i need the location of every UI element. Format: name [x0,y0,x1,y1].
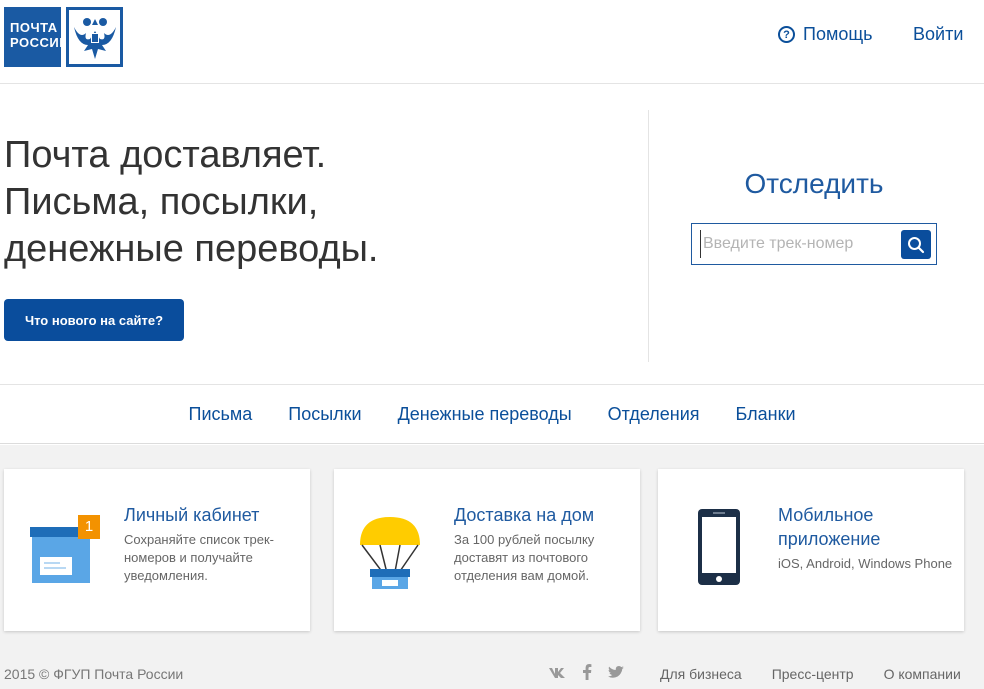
nav-item-letters[interactable]: Письма [189,404,253,425]
login-link[interactable]: Войти [913,24,963,45]
track-title: Отследить [744,168,884,199]
track-form [691,223,937,265]
footer-link-about[interactable]: О компании [884,666,961,682]
eagle-emblem-icon [66,7,123,67]
hero-divider [648,110,649,362]
logo-line2: РОССИИ [10,35,70,50]
card-title: Личный кабинет [124,505,260,525]
help-label: Помощь [803,24,873,44]
card-title: Мобильное приложение [778,505,881,549]
logo[interactable]: ПОЧТА РОССИИ [4,7,123,67]
footer-link-business[interactable]: Для бизнеса [660,666,742,682]
logo-wordmark: ПОЧТА РОССИИ [4,7,70,67]
whats-new-button[interactable]: Что нового на сайте? [4,299,184,341]
card-description: iOS, Android, Windows Phone [778,556,953,571]
card-description: За 100 рублей посылку доставят из почтов… [454,532,595,583]
nav-item-money-transfers[interactable]: Денежные переводы [398,404,572,425]
search-icon [908,236,925,253]
twitter-icon[interactable] [608,665,624,684]
vk-icon[interactable] [548,666,566,684]
hero-line2: Письма, посылки, [4,181,319,223]
social-links [548,664,624,685]
facebook-icon[interactable] [582,664,592,685]
hero-line1: Почта доставляет. [4,134,327,176]
logo-line1: ПОЧТА [10,20,58,35]
card-personal-account[interactable]: 1 Личный кабинет Сохраняйте список трек-… [4,469,310,631]
card-home-delivery[interactable]: Доставка на дом За 100 рублей посылку до… [334,469,640,631]
nav-item-forms[interactable]: Бланки [736,404,796,425]
card-description: Сохраняйте список трек-номеров и получай… [124,532,274,583]
card-title: Доставка на дом [454,505,595,525]
help-link[interactable]: ? Помощь [778,24,873,45]
site-header: ПОЧТА РОССИИ ? Помощь Войти [0,0,984,84]
smartphone-icon [680,507,754,589]
parachute-box-icon [356,507,430,589]
nav-item-offices[interactable]: Отделения [608,404,700,425]
footer-links: Для бизнеса Пресс-центр О компании [660,666,961,682]
nav-item-parcels[interactable]: Посылки [288,404,361,425]
notification-badge: 1 [84,518,94,535]
track-number-input[interactable] [700,230,896,258]
card-mobile-app[interactable]: Мобильное приложение iOS, Android, Windo… [658,469,964,631]
search-button[interactable] [901,230,931,259]
question-circle-icon: ? [778,26,795,43]
hero-title: Почта доставляет. Письма, посылки, денеж… [4,132,624,273]
copyright: 2015 © ФГУП Почта России [4,666,184,682]
main-nav: Письма Посылки Денежные переводы Отделен… [0,385,984,444]
hero-line3: денежные переводы. [4,228,379,270]
footer-link-press[interactable]: Пресс-центр [772,666,854,682]
